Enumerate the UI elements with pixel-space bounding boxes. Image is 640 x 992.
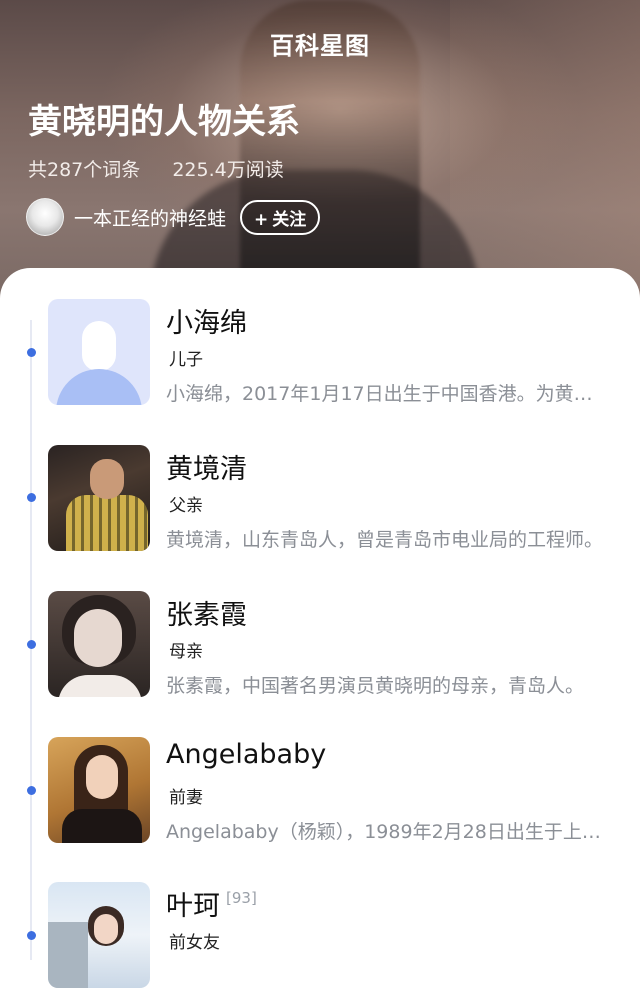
person-relation: 父亲 [169,496,203,516]
timeline-dot [27,931,36,940]
timeline-dot [27,640,36,649]
person-name: Angelababy [166,739,327,770]
person-description: 张素霞，中国著名男演员黄晓明的母亲，青岛人。 [166,675,585,697]
timeline-dot [27,348,36,357]
entry-count: 共287个词条 [28,159,141,181]
person-photo [48,882,150,988]
person-relation: 母亲 [169,642,203,662]
person-relation: 前妻 [169,788,203,808]
follow-label: 关注 [272,209,307,230]
timeline-dot [27,493,36,502]
app-title: 百科星图 [270,32,370,60]
avatar-placeholder [48,299,150,405]
list-item[interactable]: 张素霞 母亲 张素霞，中国著名男演员黄晓明的母亲，青岛人。 [48,591,618,701]
read-count: 225.4万阅读 [172,159,284,181]
person-name-text: 叶珂 [166,891,220,922]
author-avatar[interactable] [26,198,64,236]
author-name[interactable]: 一本正经的神经蛙 [74,204,226,231]
person-name: 黄境清 [166,454,247,485]
person-relation: 前女友 [169,933,220,953]
person-relation: 儿子 [169,350,203,370]
stats: 共287个词条 225.4万阅读 [28,155,310,182]
page-title: 黄晓明的人物关系 [28,102,300,142]
person-photo [48,445,150,551]
person-description: Angelababy（杨颖），1989年2月28日出生于上海。 [166,821,606,843]
header-banner: 百科星图 黄晓明的人物关系 共287个词条 225.4万阅读 一本正经的神经蛙 … [0,0,640,300]
person-name: 叶珂 [93] [166,884,257,923]
list-item[interactable]: 黄境清 父亲 黄境清，山东青岛人，曾是青岛市电业局的工程师。 [48,445,618,555]
list-item[interactable]: Angelababy 前妻 Angelababy（杨颖），1989年2月28日出… [48,737,618,847]
author-row: 一本正经的神经蛙 + 关注 [26,198,321,236]
person-name: 小海绵 [166,308,247,339]
person-description: 小海绵，2017年1月17日出生于中国香港。为黄晓明的儿子。 [166,383,606,405]
person-name: 张素霞 [166,600,247,631]
timeline-dot [27,786,36,795]
person-description: 黄境清，山东青岛人，曾是青岛市电业局的工程师。 [166,529,604,551]
plus-icon: + [254,209,269,230]
list-item[interactable]: 小海绵 儿子 小海绵，2017年1月17日出生于中国香港。为黄晓明的儿子。 [48,299,618,409]
follow-button[interactable]: + 关注 [240,199,321,235]
citation-ref[interactable]: [93] [226,889,257,907]
relations-card: 小海绵 儿子 小海绵，2017年1月17日出生于中国香港。为黄晓明的儿子。 黄境… [0,268,640,988]
person-photo [48,737,150,843]
list-item[interactable]: 叶珂 [93] 前女友 [48,882,618,992]
person-photo [48,591,150,697]
